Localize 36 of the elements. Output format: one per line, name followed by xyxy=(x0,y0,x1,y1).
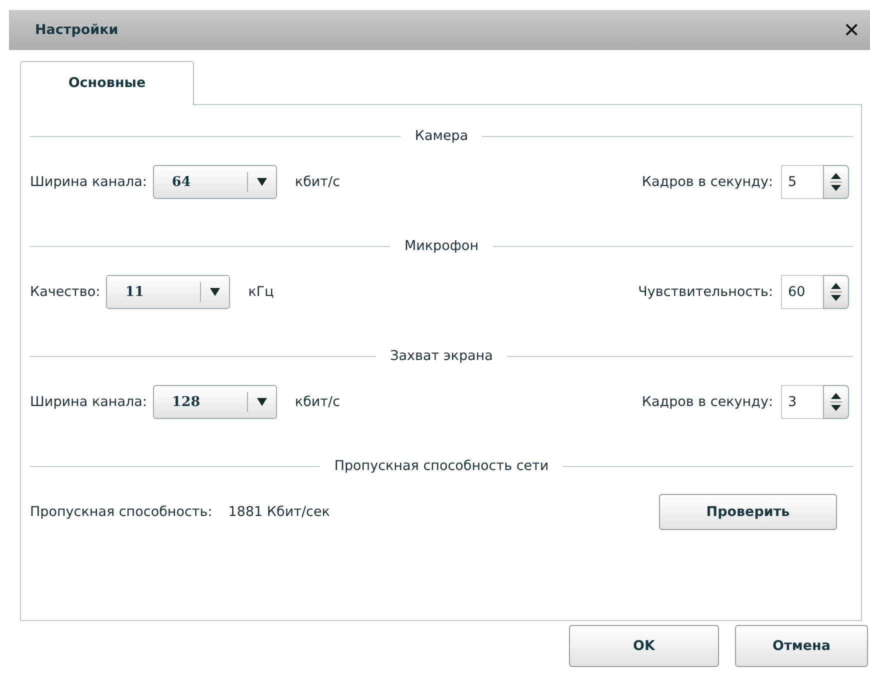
field-label: Пропускная способность: xyxy=(30,502,212,522)
tab[interactable]: Основные xyxy=(20,61,194,105)
cancel-button[interactable]: Отмена xyxy=(735,625,868,667)
section-title: Микрофон xyxy=(404,236,479,256)
field-label: Качество: xyxy=(30,282,100,302)
field-label: Чувствительность: xyxy=(638,282,773,302)
dropdown[interactable]: 128 xyxy=(152,385,277,419)
spinner-button[interactable] xyxy=(823,165,849,199)
dialog-title: Настройки xyxy=(35,20,118,40)
spinner-button[interactable] xyxy=(823,385,849,419)
spinner-arrows-icon xyxy=(830,281,842,303)
field-label: Кадров в секунду: xyxy=(642,172,773,192)
dropdown[interactable]: 64 xyxy=(152,165,277,199)
field-label: Ширина канала: xyxy=(30,172,147,192)
field-label: Кадров в секунду: xyxy=(642,392,773,412)
spinner-arrows-icon xyxy=(830,171,842,193)
caret-icon xyxy=(256,397,268,407)
spinner-button[interactable] xyxy=(823,275,849,309)
bandwidth-value: 1881 Кбит/сек xyxy=(228,502,330,522)
section-title: Камера xyxy=(414,126,468,146)
number-field[interactable]: 3 xyxy=(781,385,823,419)
check-button[interactable]: Проверить xyxy=(659,494,837,530)
dropdown[interactable]: 11 xyxy=(106,275,230,309)
field-label: Ширина канала: xyxy=(30,392,147,412)
unit-label: кбит/с xyxy=(294,172,340,192)
close-button[interactable]: ✕ xyxy=(843,20,860,40)
caret-icon xyxy=(256,177,268,187)
caret-icon xyxy=(209,287,222,297)
ok-button[interactable]: OK xyxy=(569,625,719,667)
unit-label: кГц xyxy=(248,282,274,302)
number-field[interactable]: 5 xyxy=(781,165,823,199)
section-title: Пропускная способность сети xyxy=(334,456,549,476)
section-title: Захват экрана xyxy=(390,346,493,366)
unit-label: кбит/с xyxy=(294,392,340,412)
spinner-arrows-icon xyxy=(830,391,842,413)
number-field[interactable]: 60 xyxy=(781,275,823,309)
